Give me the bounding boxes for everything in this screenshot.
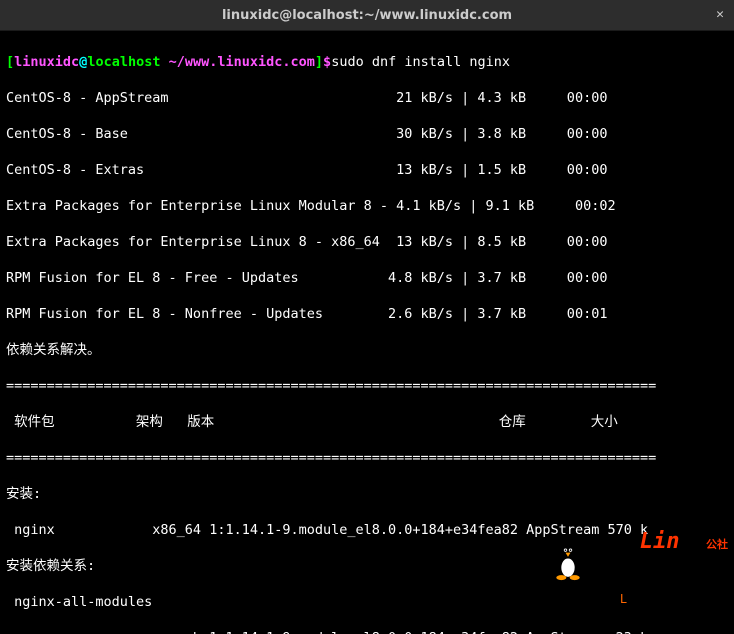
repo-line: RPM Fusion for EL 8 - Nonfree - Updates … <box>6 305 728 323</box>
watermark-brand1: Lin <box>640 529 680 554</box>
repo-line: Extra Packages for Enterprise Linux 8 - … <box>6 233 728 251</box>
prompt-path: ~/www.linuxidc.com <box>160 54 314 70</box>
prompt-line: [linuxidc@localhost ~/www.linuxidc.com]$… <box>6 53 728 71</box>
window-title: linuxidc@localhost:~/www.linuxidc.com <box>222 8 512 23</box>
divider: ========================================… <box>6 377 728 395</box>
close-icon[interactable]: ✕ <box>716 7 724 22</box>
watermark-url: www.Linuxidc.com <box>591 593 728 605</box>
watermark-text: Linux公社 www.Linuxidc.com <box>591 490 728 632</box>
titlebar: linuxidc@localhost:~/www.linuxidc.com ✕ <box>0 0 734 31</box>
repo-line: CentOS-8 - Base 30 kB/s | 3.8 kB 00:00 <box>6 125 728 143</box>
repo-line: RPM Fusion for EL 8 - Free - Updates 4.8… <box>6 269 728 287</box>
command-text: sudo dnf install nginx <box>331 54 510 70</box>
repo-line: Extra Packages for Enterprise Linux Modu… <box>6 197 728 215</box>
prompt-host: localhost <box>87 54 160 70</box>
repo-line: CentOS-8 - Extras 13 kB/s | 1.5 kB 00:00 <box>6 161 728 179</box>
prompt-rbracket: ] <box>315 54 323 70</box>
repo-line: CentOS-8 - AppStream 21 kB/s | 4.3 kB 00… <box>6 89 728 107</box>
deps-resolved: 依赖关系解决。 <box>6 341 728 359</box>
divider: ========================================… <box>6 449 728 467</box>
prompt-lbracket: [ <box>6 54 14 70</box>
prompt-dollar: $ <box>323 54 331 70</box>
watermark-brand2: ux <box>680 529 707 554</box>
terminal-output: [linuxidc@localhost ~/www.linuxidc.com]$… <box>0 31 734 634</box>
table-header: 软件包 架构 版本 仓库 大小 <box>6 413 728 431</box>
watermark: Linux公社 www.Linuxidc.com <box>551 490 728 632</box>
watermark-cn: 公社 <box>706 538 728 551</box>
penguin-icon <box>551 541 585 581</box>
prompt-user: linuxidc <box>14 54 79 70</box>
